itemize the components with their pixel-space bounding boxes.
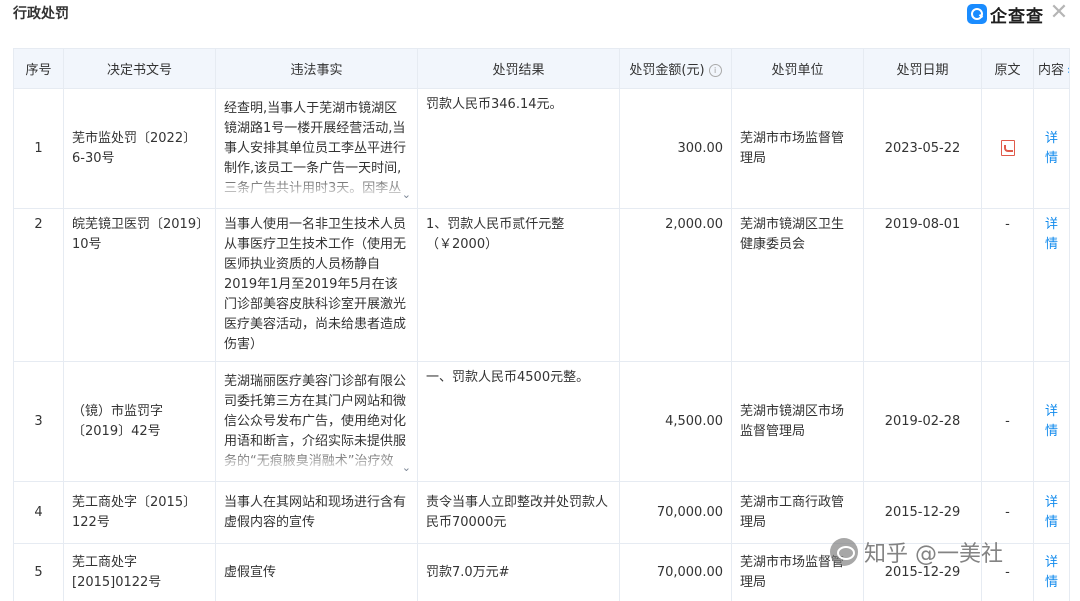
cell-unit: 芜湖市镜湖区卫生健康委员会 (731, 208, 864, 362)
cell-original: - (981, 481, 1034, 544)
panel-header: 行政处罚 企查查 ✕ (0, 0, 1080, 30)
col-header-amount-label: 处罚金额(元) (629, 63, 705, 78)
cell-index: 3 (13, 361, 64, 482)
cell-result: 责令当事人立即整改并处罚款人民币70000元 (417, 481, 620, 544)
penalty-table: 序号 决定书文号 违法事实 处罚结果 处罚金额(元) i 处罚单位 处罚日期 原文… (13, 48, 1070, 601)
cell-unit: 芜湖市市场监督管理局 (731, 88, 864, 209)
table-row: 5 芜工商处字[2015]0122号 虚假宣传 罚款7.0万元# 70,000.… (13, 543, 1070, 601)
cell-index: 2 (13, 208, 64, 362)
cell-content: 详情 (1033, 481, 1070, 544)
cell-date: 2015-12-29 (863, 481, 982, 544)
table-row: 3 （镜）市监罚字〔2019〕42号 芜湖瑞丽医疗美容门诊部有限公司委托第三方在… (13, 361, 1070, 482)
qichacha-logo-icon (967, 4, 987, 24)
cell-original: - (981, 543, 1034, 601)
brand[interactable]: 企查查 (967, 2, 1044, 27)
cell-amount: 70,000.00 (619, 543, 732, 601)
cell-date: 2019-02-28 (863, 361, 982, 482)
detail-link[interactable]: 详情 (1045, 131, 1058, 166)
expand-text-icon[interactable]: ⌄ (402, 461, 409, 472)
cell-result: 罚款7.0万元# (417, 543, 620, 601)
help-icon[interactable]: i (708, 64, 722, 77)
table-header-row: 序号 决定书文号 违法事实 处罚结果 处罚金额(元) i 处罚单位 处罚日期 原文… (13, 48, 1070, 89)
cell-content: 详情 (1033, 361, 1070, 482)
col-header-content-label: 内容 (1038, 63, 1065, 78)
col-header-original: 原文 (981, 48, 1034, 89)
cell-result: 一、罚款人民币4500元整。 (417, 361, 620, 482)
col-header-unit: 处罚单位 (731, 48, 864, 89)
cell-result: 罚款人民币346.14元。 (417, 88, 620, 209)
col-header-content: 内容» (1033, 48, 1070, 89)
cell-facts: 经查明,当事人于芜湖市镜湖区镜湖路1号一楼开展经营活动,当事人安排其单位员工李丛… (215, 88, 418, 209)
cell-amount: 300.00 (619, 88, 732, 209)
cell-amount: 4,500.00 (619, 361, 732, 482)
cell-facts: 当事人在其网站和现场进行含有虚假内容的宣传 (215, 481, 418, 544)
cell-original[interactable] (981, 88, 1034, 209)
cell-result: 1、罚款人民币贰仟元整（￥2000） (417, 208, 620, 362)
cell-doc-no: （镜）市监罚字〔2019〕42号 (63, 361, 216, 482)
cell-doc-no: 芜工商处字〔2015〕122号 (63, 481, 216, 544)
cell-unit: 芜湖市镜湖区市场监督管理局 (731, 361, 864, 482)
detail-link[interactable]: 详情 (1045, 555, 1058, 590)
table-row: 2 皖芜镜卫医罚〔2019〕10号 当事人使用一名非卫生技术人员从事医疗卫生技术… (13, 208, 1070, 362)
cell-original: - (981, 208, 1034, 362)
cell-date: 2019-08-01 (863, 208, 982, 362)
cell-facts: 当事人使用一名非卫生技术人员从事医疗卫生技术工作（使用无医师执业资质的人员杨静自… (215, 208, 418, 362)
cell-unit: 芜湖市市场监督管理局 (731, 543, 864, 601)
expand-columns-icon[interactable]: » (1067, 63, 1068, 77)
col-header-index: 序号 (13, 48, 64, 89)
table-row: 4 芜工商处字〔2015〕122号 当事人在其网站和现场进行含有虚假内容的宣传 … (13, 481, 1070, 544)
cell-original: - (981, 361, 1034, 482)
cell-doc-no: 皖芜镜卫医罚〔2019〕10号 (63, 208, 216, 362)
cell-facts: 虚假宣传 (215, 543, 418, 601)
cell-date: 2023-05-22 (863, 88, 982, 209)
detail-link[interactable]: 详情 (1045, 404, 1058, 439)
cell-amount: 70,000.00 (619, 481, 732, 544)
cell-unit: 芜湖市工商行政管理局 (731, 481, 864, 544)
cell-facts: 芜湖瑞丽医疗美容门诊部有限公司委托第三方在其门户网站和微信公众号发布广告，使用绝… (215, 361, 418, 482)
section-title: 行政处罚 (13, 6, 69, 22)
cell-index: 5 (13, 543, 64, 601)
cell-amount: 2,000.00 (619, 208, 732, 362)
cell-doc-no: 芜市监处罚〔2022〕6-30号 (63, 88, 216, 209)
col-header-doc-no: 决定书文号 (63, 48, 216, 89)
administrative-penalty-panel: 行政处罚 企查查 ✕ 序号 决定书文号 违法事实 处罚结果 处罚金额(元)i (0, 0, 1080, 601)
close-icon[interactable]: ✕ (1048, 2, 1070, 24)
table-row: 1 芜市监处罚〔2022〕6-30号 经查明,当事人于芜湖市镜湖区镜湖路1号一楼… (13, 88, 1070, 209)
cell-index: 1 (13, 88, 64, 209)
col-header-date: 处罚日期 (863, 48, 982, 89)
col-header-facts: 违法事实 (215, 48, 418, 89)
cell-content: 详情 (1033, 88, 1070, 209)
cell-content: 详情 (1033, 543, 1070, 601)
detail-link[interactable]: 详情 (1045, 217, 1058, 252)
detail-link[interactable]: 详情 (1045, 495, 1058, 530)
cell-doc-no: 芜工商处字[2015]0122号 (63, 543, 216, 601)
expand-text-icon[interactable]: ⌄ (402, 188, 409, 199)
col-header-amount: 处罚金额(元) i (619, 48, 732, 89)
col-header-result: 处罚结果 (417, 48, 620, 89)
brand-name: 企查查 (990, 6, 1044, 27)
pdf-icon[interactable] (1000, 140, 1015, 156)
cell-content: 详情 (1033, 208, 1070, 362)
cell-date: 2015-12-29 (863, 543, 982, 601)
cell-index: 4 (13, 481, 64, 544)
